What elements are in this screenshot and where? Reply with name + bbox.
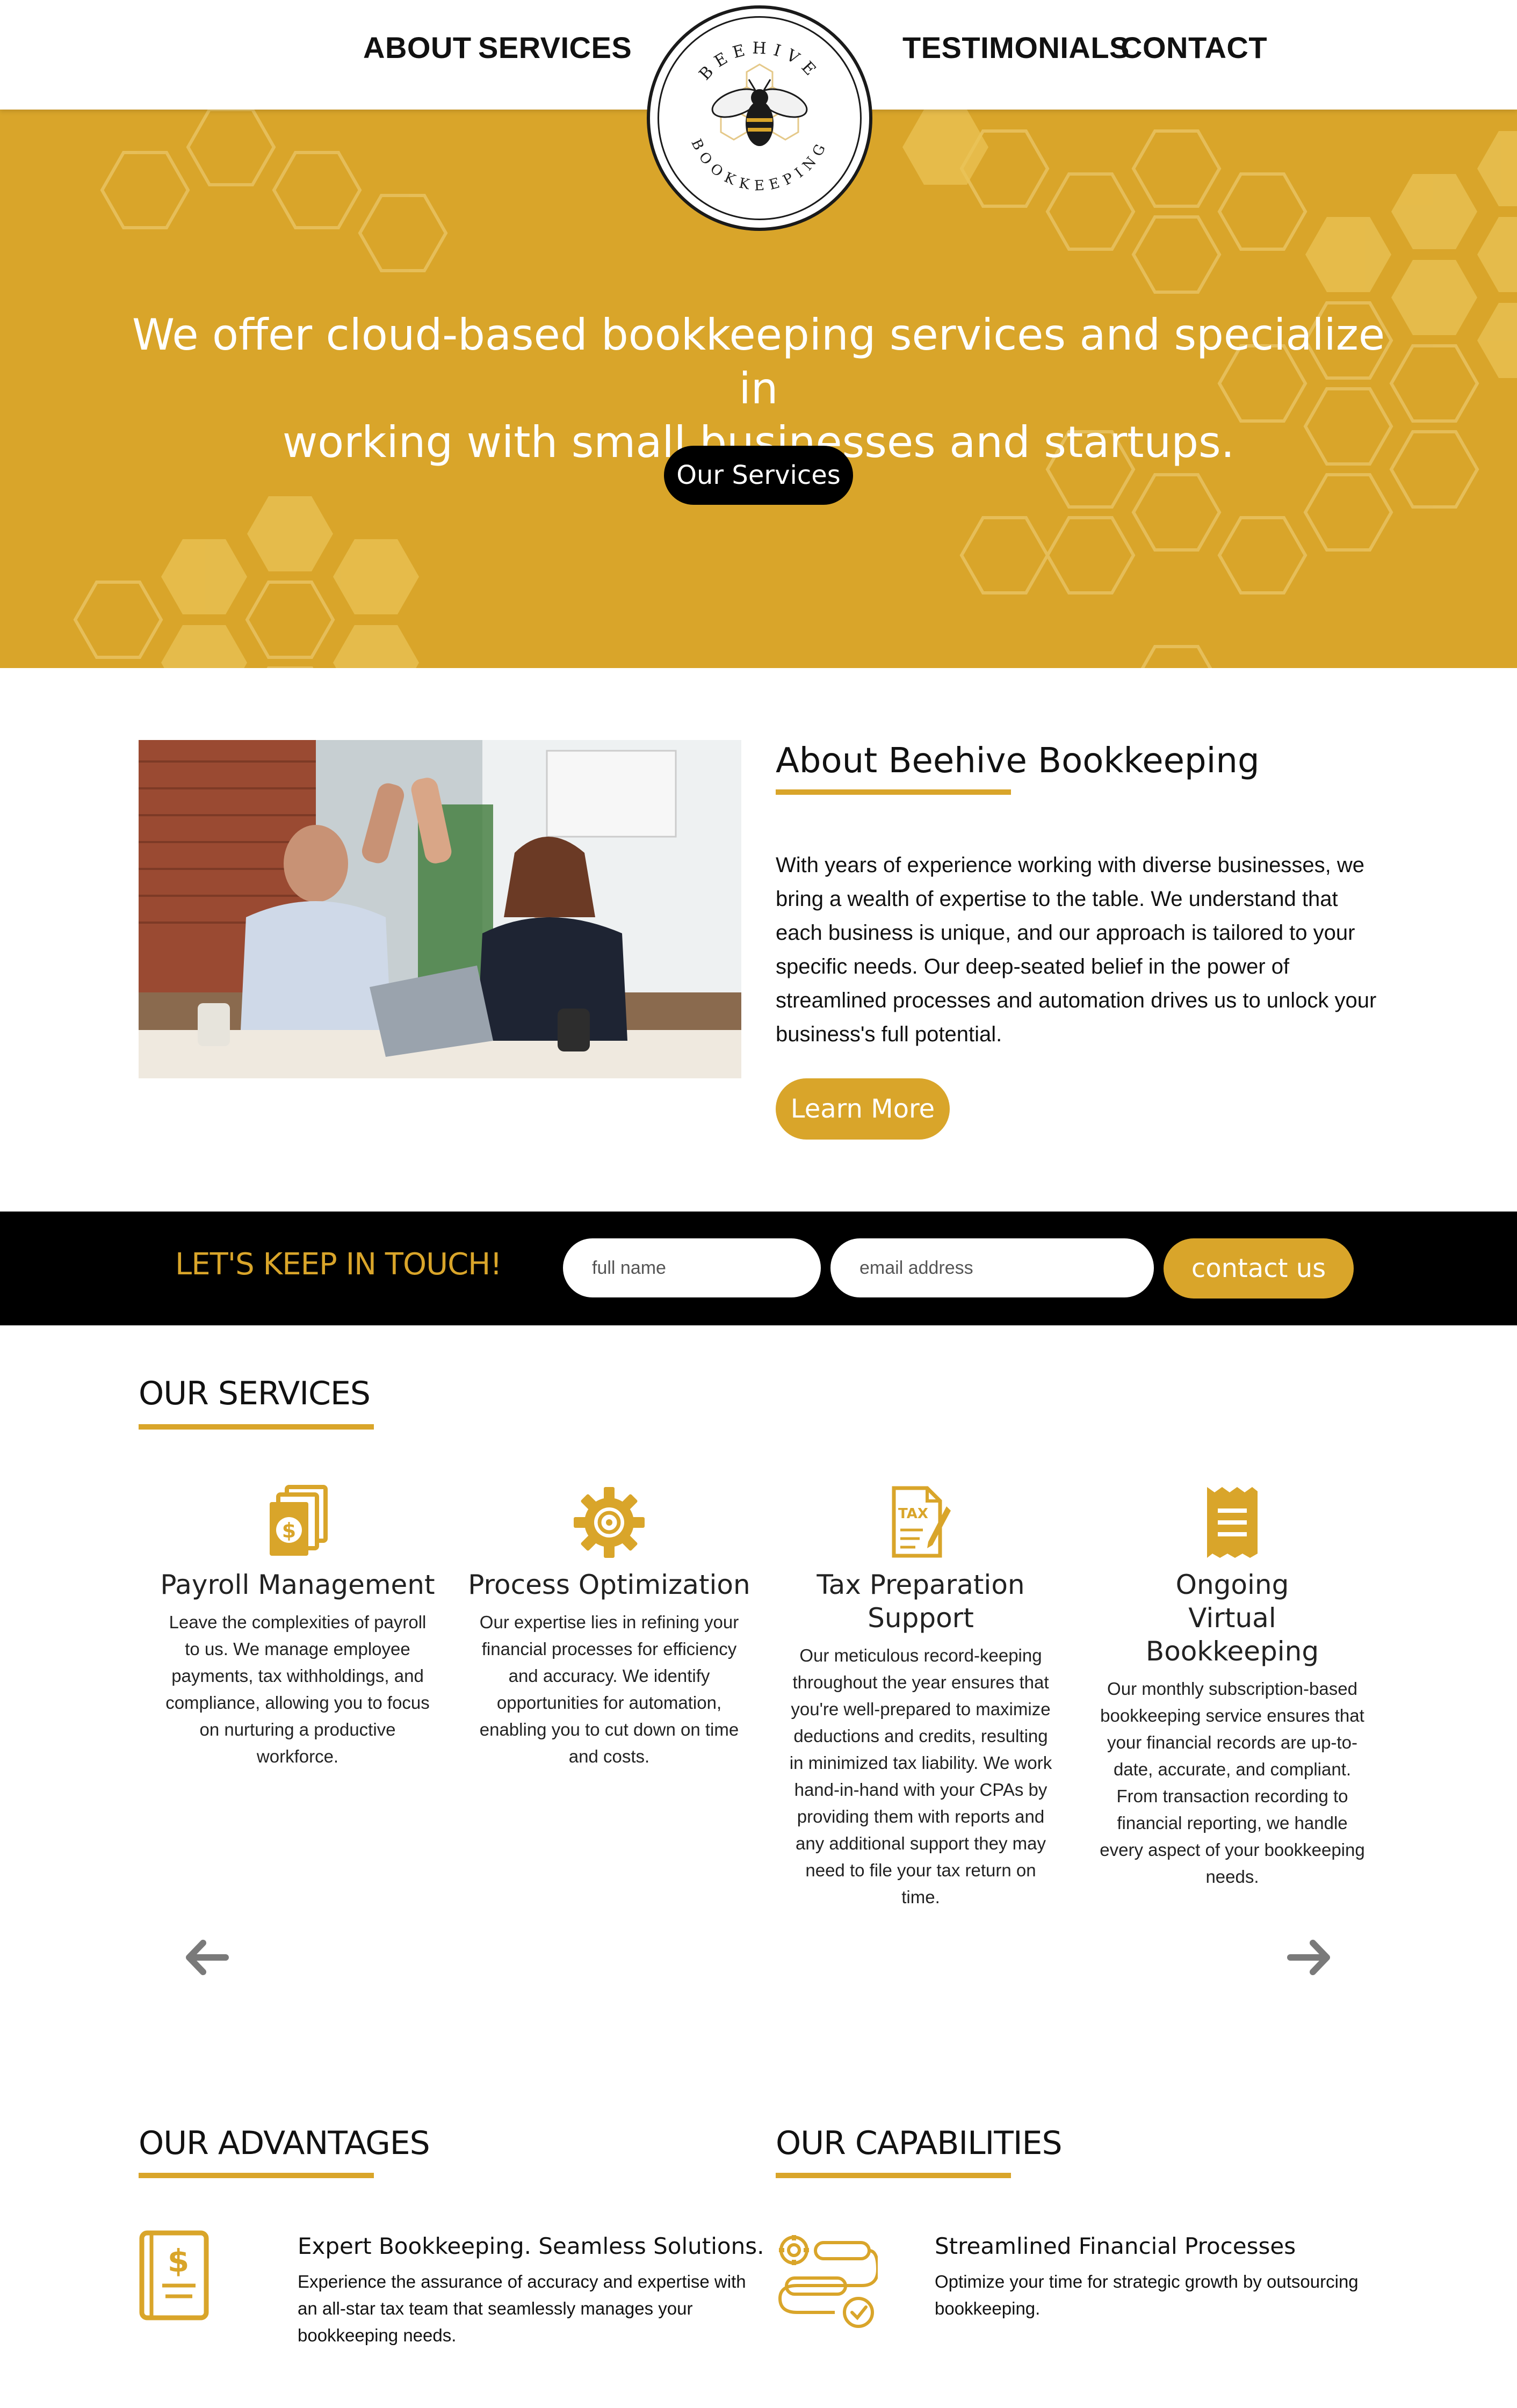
logo-top-text: BEEHIVE (696, 39, 818, 84)
receipt-icon (1087, 1482, 1377, 1563)
service-card-payroll: $ Payroll Management Leave the complexit… (153, 1482, 443, 1770)
office-high-five-image (139, 740, 741, 1078)
service-description: Our expertise lies in refining your fina… (479, 1612, 739, 1766)
hero-headline: We offer cloud-based bookkeeping service… (107, 308, 1410, 469)
workflow-process-icon (778, 2235, 878, 2328)
service-description: Our monthly subscription-based bookkeepi… (1100, 1679, 1365, 1887)
capabilities-title-underline (776, 2173, 1011, 2178)
contact-us-button[interactable]: contact us (1164, 1238, 1354, 1299)
keep-in-touch-bar: LET'S KEEP IN TOUCH! full name email add… (0, 1212, 1517, 1325)
beehive-logo[interactable]: BEEHIVE BOOKKEEPING (647, 5, 872, 231)
about-title: About Beehive Bookkeeping (776, 741, 1260, 781)
capabilities-section-title: OUR CAPABILITIES (776, 2124, 1063, 2162)
svg-text:$: $ (282, 1519, 296, 1542)
advantage-title: Expert Bookkeeping. Seamless Solutions. (298, 2233, 764, 2259)
payroll-money-icon: $ (153, 1482, 443, 1563)
service-title: Payroll Management (160, 1569, 435, 1600)
services-title-underline (139, 1424, 374, 1430)
svg-text:BEEHIVE: BEEHIVE (696, 39, 824, 84)
service-description: Leave the complexities of payroll to us.… (165, 1612, 430, 1766)
service-card-process: Process Optimization Our expertise lies … (464, 1482, 754, 1770)
cta-title: LET'S KEEP IN TOUCH! (175, 1247, 502, 1282)
ledger-book-icon: $ (139, 2230, 209, 2320)
arrow-right-icon[interactable] (1285, 1933, 1333, 1982)
logo-emblem: BEEHIVE BOOKKEEPING (688, 39, 825, 194)
service-title: Process Optimization (468, 1569, 750, 1600)
service-card-tax: TAX Tax Preparation Support Our meticulo… (776, 1482, 1066, 1911)
service-title: Tax Preparation Support (817, 1569, 1025, 1634)
capability-title: Streamlined Financial Processes (935, 2233, 1296, 2259)
about-body: With years of experience working with di… (776, 853, 1377, 1046)
our-services-button[interactable]: Our Services (664, 446, 853, 505)
advantages-section-title: OUR ADVANTAGES (139, 2124, 430, 2162)
advantage-body: Experience the assurance of accuracy and… (298, 2272, 746, 2345)
nav-about[interactable]: ABOUT (363, 30, 472, 65)
nav-services[interactable]: SERVICES (478, 30, 632, 65)
svg-text:TAX: TAX (898, 1506, 928, 1522)
full-name-input[interactable]: full name (563, 1238, 821, 1297)
learn-more-button[interactable]: Learn More (776, 1078, 950, 1140)
service-title: Ongoing Virtual Bookkeeping (1145, 1569, 1319, 1667)
service-card-bookkeeping: Ongoing Virtual Bookkeeping Our monthly … (1087, 1482, 1377, 1890)
gear-icon (464, 1482, 754, 1563)
advantages-title-underline (139, 2173, 374, 2178)
services-section-title: OUR SERVICES (139, 1375, 371, 1412)
arrow-left-icon[interactable] (183, 1933, 231, 1982)
nav-testimonials[interactable]: TESTIMONIALS (902, 30, 1130, 65)
capability-body: Optimize your time for strategic growth … (935, 2272, 1359, 2318)
bee-icon (711, 79, 808, 146)
about-title-underline (776, 789, 1011, 795)
tax-document-icon: TAX (776, 1482, 1066, 1563)
hero-line-1: We offer cloud-based bookkeeping service… (132, 310, 1385, 414)
about-photo (139, 740, 741, 1078)
nav-contact[interactable]: CONTACT (1121, 30, 1267, 65)
svg-text:$: $ (168, 2243, 189, 2279)
email-input[interactable]: email address (830, 1238, 1154, 1297)
service-description: Our meticulous record-keeping throughout… (789, 1645, 1052, 1907)
